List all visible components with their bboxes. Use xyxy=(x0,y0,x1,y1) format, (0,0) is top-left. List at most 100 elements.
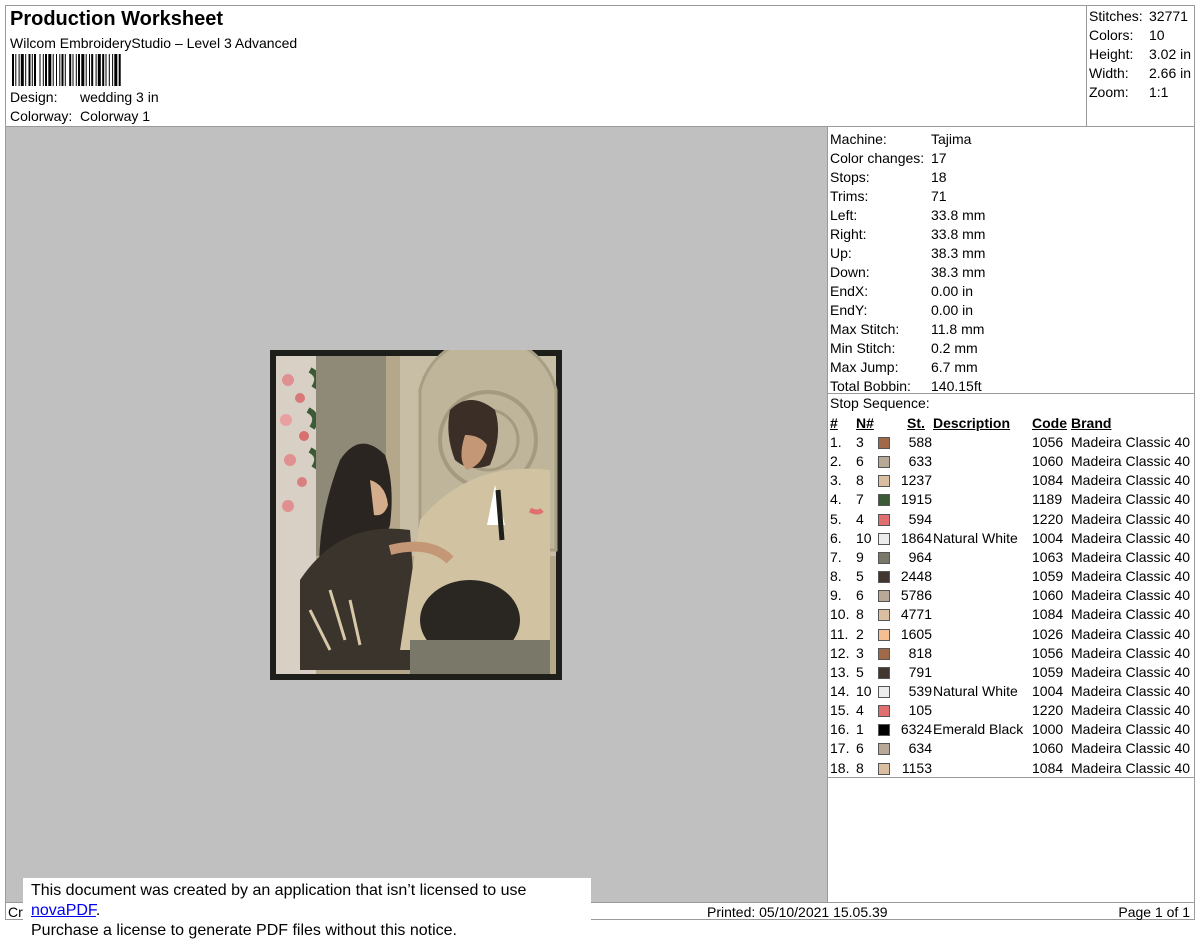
stitch-count: 6324 xyxy=(900,721,932,738)
col-header-needle: N# xyxy=(856,415,874,431)
info-endx: EndX: 0.00 in xyxy=(830,283,974,299)
embroidery-design-image xyxy=(270,350,562,680)
stop-row: 16. 1 6324 Emerald Black 1000 Madeira Classic… xyxy=(830,721,1194,740)
thread-brand: Madeira Classic 40 xyxy=(1071,453,1191,470)
thread-code: 1084 xyxy=(1032,606,1064,623)
thread-brand: Madeira Classic 40 xyxy=(1071,568,1191,585)
thread-code: 1060 xyxy=(1032,740,1064,757)
stop-row: 14. 10 539 Natural White 1004 Madeira Classic… xyxy=(830,683,1194,702)
novapdf-link[interactable]: novaPDF xyxy=(31,902,96,919)
stitch-count: 791 xyxy=(908,663,932,680)
col-header-description: Description xyxy=(933,415,1011,431)
stitch-count: 594 xyxy=(908,510,932,527)
thread-code: 1026 xyxy=(1032,625,1064,642)
color-swatch xyxy=(878,494,890,507)
stop-row: 5. 4 594 1220 Madeira Classic 40 xyxy=(830,511,1194,530)
info-max-jump: Max Jump: 6.7 mm xyxy=(830,359,978,375)
needle-number: 10 xyxy=(856,529,872,546)
summary-zoom: Zoom: 1:1 xyxy=(1089,84,1169,100)
thread-code: 1220 xyxy=(1032,702,1064,719)
summary-stitches: Stitches: 32771 xyxy=(1089,8,1188,24)
design-value: wedding 3 in xyxy=(80,89,159,105)
stop-row: 17. 6 634 1060 Madeira Classic 40 xyxy=(830,740,1194,759)
footer-left-text: Cr xyxy=(8,904,23,920)
thread-brand: Madeira Classic 40 xyxy=(1071,759,1191,776)
notice-line-2: Purchase a license to generate PDF files… xyxy=(31,922,457,939)
stop-row: 10. 8 4771 1084 Madeira Classic 40 xyxy=(830,606,1194,625)
stop-index: 17. xyxy=(830,740,850,757)
stop-index: 18. xyxy=(830,759,850,776)
needle-number: 6 xyxy=(856,740,864,757)
thread-code: 1004 xyxy=(1032,682,1064,699)
needle-number: 3 xyxy=(856,434,864,450)
stop-index: 6. xyxy=(830,529,842,546)
worksheet-page: Production Worksheet Wilcom EmbroiderySt… xyxy=(5,5,1195,920)
stop-index: 8. xyxy=(830,568,842,585)
stitch-count: 1605 xyxy=(900,625,932,642)
color-swatch xyxy=(878,571,890,584)
barcode xyxy=(12,54,121,86)
thread-code: 1059 xyxy=(1032,568,1064,585)
stitch-count: 539 xyxy=(908,682,932,699)
thread-brand: Madeira Classic 40 xyxy=(1071,663,1191,680)
color-swatch xyxy=(878,666,890,679)
stop-index: 13. xyxy=(830,663,850,680)
page-number: Page 1 of 1 xyxy=(1118,904,1190,920)
thread-description: Natural White xyxy=(933,682,1018,699)
color-swatch xyxy=(878,475,890,488)
color-swatch xyxy=(878,685,890,698)
needle-number: 10 xyxy=(856,682,872,699)
summary-width: Width: 2.66 in xyxy=(1089,65,1192,81)
stop-row: 1. 3 588 1056 Madeira Classic 40 xyxy=(830,434,1194,453)
thread-code: 1084 xyxy=(1032,759,1064,776)
stop-row: 3. 8 1237 1084 Madeira Classic 40 xyxy=(830,472,1194,491)
info-up: Up: 38.3 mm xyxy=(830,245,986,261)
color-swatch xyxy=(878,456,890,469)
stop-row: 18. 8 1153 1084 Madeira Classic 40 xyxy=(830,760,1194,779)
color-swatch xyxy=(878,437,890,449)
stitch-count: 5786 xyxy=(900,587,932,604)
thread-code: 1056 xyxy=(1032,644,1064,661)
summary-panel: Stitches: 32771 Colors: 10 Height: 3.02 in … xyxy=(1086,6,1195,126)
thread-code: 1063 xyxy=(1032,548,1064,565)
needle-number: 1 xyxy=(856,721,864,738)
stop-index: 15. xyxy=(830,702,850,719)
col-header-num: # xyxy=(830,415,838,431)
section-divider xyxy=(828,393,1194,394)
stitch-count: 634 xyxy=(908,740,932,757)
thread-brand: Madeira Classic 40 xyxy=(1071,721,1191,738)
thread-brand: Madeira Classic 40 xyxy=(1071,606,1191,623)
needle-number: 6 xyxy=(856,453,864,470)
printed-date: Printed: 05/10/2021 15.05.39 xyxy=(707,904,888,920)
info-machine: Machine: Tajima xyxy=(830,131,972,147)
stitch-count: 105 xyxy=(908,702,932,719)
thread-code: 1004 xyxy=(1032,529,1064,546)
thread-brand: Madeira Classic 40 xyxy=(1071,740,1191,757)
thread-description: Natural White xyxy=(933,529,1018,546)
needle-number: 9 xyxy=(856,548,864,565)
stitch-count: 633 xyxy=(908,453,932,470)
stop-index: 7. xyxy=(830,548,842,565)
stop-row: 13. 5 791 1059 Madeira Classic 40 xyxy=(830,664,1194,683)
col-header-stitches: St. xyxy=(907,415,925,431)
notice-line-1: This document was created by an applicat… xyxy=(31,882,527,919)
thread-code: 1060 xyxy=(1032,587,1064,604)
stop-index: 11. xyxy=(830,625,849,642)
worksheet-header: Production Worksheet Wilcom EmbroiderySt… xyxy=(6,6,1194,127)
color-swatch xyxy=(878,551,890,564)
thread-brand: Madeira Classic 40 xyxy=(1071,491,1191,508)
stop-index: 10. xyxy=(830,606,850,623)
thread-description: Emerald Black xyxy=(933,721,1024,738)
info-right: Right: 33.8 mm xyxy=(830,226,986,242)
thread-brand: Madeira Classic 40 xyxy=(1071,472,1191,489)
design-preview xyxy=(6,127,828,902)
stitch-count: 1237 xyxy=(900,472,932,489)
thread-code: 1059 xyxy=(1032,663,1064,680)
stitch-count: 2448 xyxy=(900,568,932,585)
thread-brand: Madeira Classic 40 xyxy=(1071,587,1191,604)
col-header-code: Code xyxy=(1032,415,1067,431)
info-trims: Trims: 71 xyxy=(830,188,947,204)
thread-brand: Madeira Classic 40 xyxy=(1071,702,1191,719)
thread-brand: Madeira Classic 40 xyxy=(1071,510,1191,527)
needle-number: 3 xyxy=(856,644,864,661)
